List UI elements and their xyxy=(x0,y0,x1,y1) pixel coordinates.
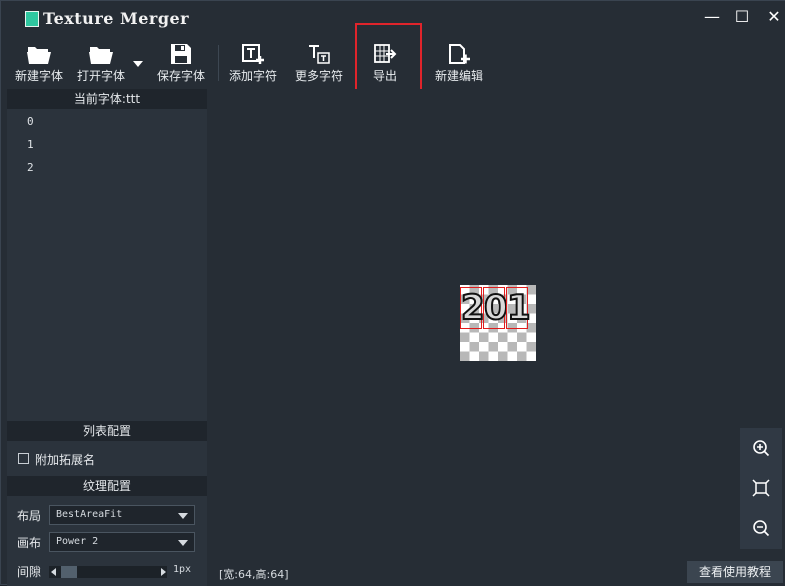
layout-label: 布局 xyxy=(17,509,42,523)
list-config-header: 列表配置 xyxy=(7,421,207,441)
export-label: 导出 xyxy=(372,69,397,83)
canvas-value: Power 2 xyxy=(56,536,99,547)
add-chars-label: 添加字符 xyxy=(228,69,277,83)
title-bar: Texture Merger — ☐ ✕ xyxy=(1,1,785,37)
slider-left-arrow-icon[interactable] xyxy=(51,568,56,576)
folder-icon xyxy=(27,47,51,64)
list-item[interactable]: 0 xyxy=(27,115,34,128)
chevron-down-icon[interactable] xyxy=(133,61,143,67)
chevron-down-icon xyxy=(178,540,188,546)
append-ext-label: 附加拓展名 xyxy=(35,453,96,467)
zoom-in-icon[interactable] xyxy=(751,438,771,458)
folder-open-icon xyxy=(89,47,113,64)
canvas-label: 画布 xyxy=(17,536,42,550)
zoom-panel xyxy=(740,428,782,549)
fit-icon[interactable] xyxy=(751,478,771,498)
new-font-label: 新建字体 xyxy=(14,69,63,83)
toolbar: 新建字体 打开字体 保存字体 添加字符 更多字符 导出 新建编辑 xyxy=(7,37,785,89)
save-font-button[interactable]: 保存字体 xyxy=(155,37,207,89)
app-window: Texture Merger — ☐ ✕ 新建字体 打开字体 保存字体 添加字符… xyxy=(0,0,785,586)
add-chars-button[interactable]: 添加字符 xyxy=(227,37,279,89)
gap-label: 间隙 xyxy=(17,565,42,579)
gap-value: 1px xyxy=(173,564,192,575)
texture-config-header: 纹理配置 xyxy=(7,476,207,496)
app-title: Texture Merger xyxy=(43,9,190,28)
texture-size-text: [宽:64,高:64] xyxy=(219,568,289,581)
new-edit-button[interactable]: 新建编辑 xyxy=(431,37,487,89)
export-icon xyxy=(374,44,397,63)
list-item[interactable]: 1 xyxy=(27,138,34,151)
glyph-cell[interactable]: 0 xyxy=(483,287,509,329)
minimize-button[interactable]: — xyxy=(701,7,723,27)
zoom-out-icon[interactable] xyxy=(751,518,771,538)
open-font-label: 打开字体 xyxy=(76,69,125,83)
more-chars-button[interactable]: 更多字符 xyxy=(293,37,345,89)
current-font-header: 当前字体:ttt xyxy=(7,89,207,109)
add-text-icon xyxy=(242,44,264,64)
gap-slider-handle[interactable] xyxy=(61,566,77,578)
new-edit-label: 新建编辑 xyxy=(434,69,483,83)
help-tutorial-button[interactable]: 查看使用教程 xyxy=(687,561,783,583)
new-edit-icon xyxy=(449,44,470,64)
new-font-button[interactable]: 新建字体 xyxy=(13,37,65,89)
layout-value: BestAreaFit xyxy=(56,509,123,520)
save-icon xyxy=(171,44,191,64)
list-item[interactable]: 2 xyxy=(27,161,34,174)
close-button[interactable]: ✕ xyxy=(763,7,785,27)
canvas-select[interactable]: Power 2 xyxy=(49,532,195,552)
status-bar: [宽:64,高:64] 查看使用教程 xyxy=(207,557,785,586)
layout-select[interactable]: BestAreaFit xyxy=(49,505,195,525)
sidebar: 当前字体:ttt 0 1 2 列表配置 附加拓展名 纹理配置 布局 BestAr… xyxy=(7,89,207,586)
append-ext-checkbox[interactable] xyxy=(18,453,29,464)
glyph-cell[interactable]: 2 xyxy=(460,287,486,329)
save-font-label: 保存字体 xyxy=(156,69,205,83)
more-chars-label: 更多字符 xyxy=(294,69,343,83)
glyph-cell[interactable]: 1 xyxy=(506,287,532,329)
more-text-icon xyxy=(309,45,330,64)
chevron-down-icon xyxy=(178,513,188,519)
slider-right-arrow-icon[interactable] xyxy=(161,568,166,576)
maximize-button[interactable]: ☐ xyxy=(731,7,753,27)
open-font-button[interactable]: 打开字体 xyxy=(75,37,127,89)
app-icon xyxy=(25,11,39,27)
gap-slider[interactable] xyxy=(49,566,167,578)
toolbar-separator xyxy=(218,45,219,81)
export-button[interactable]: 导出 xyxy=(363,37,407,89)
